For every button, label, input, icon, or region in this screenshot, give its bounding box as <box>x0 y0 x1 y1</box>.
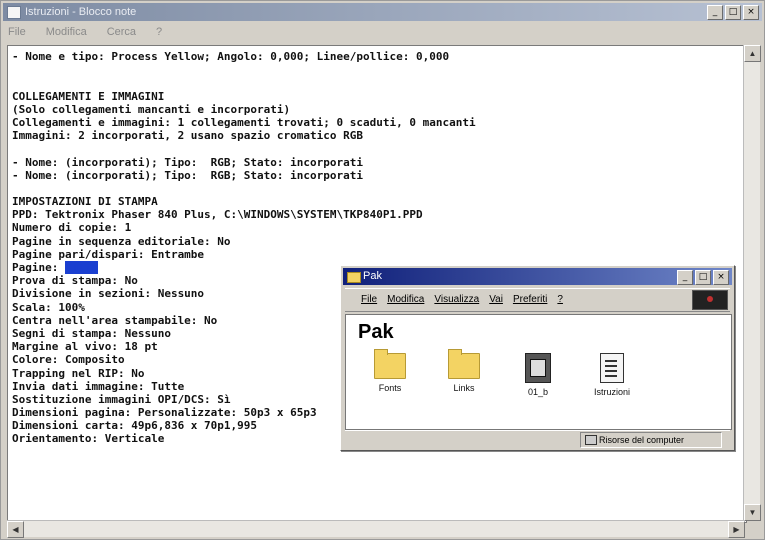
notepad-window-controls: _ □ × <box>707 5 759 20</box>
menu-cerca[interactable]: Cerca <box>104 23 139 41</box>
text-line: PPD: Tektronix Phaser 840 Plus, C:\WINDO… <box>12 208 423 222</box>
file-icon <box>525 353 551 383</box>
menu-preferiti[interactable]: Preferiti <box>513 289 547 311</box>
vertical-scrollbar[interactable]: ▲ ▼ <box>743 45 761 521</box>
text-line <box>12 63 476 76</box>
windows-logo-icon <box>692 290 728 310</box>
text-line <box>12 142 476 155</box>
scroll-left-icon[interactable]: ◀ <box>7 521 24 538</box>
text-line <box>12 182 476 195</box>
text-line: Immagini: 2 incorporati, 2 usano spazio … <box>12 129 363 143</box>
menu-modifica[interactable]: Modifica <box>387 289 424 311</box>
status-text: Risorse del computer <box>599 435 685 445</box>
menu-visualizza[interactable]: Visualizza <box>434 289 479 311</box>
explorer-content[interactable]: Pak Fonts Links 01_b Istruzioni <box>345 314 732 430</box>
text-line: Pagine pari/dispari: Entrambe <box>12 247 205 261</box>
text-line: - Nome e tipo: Process Yellow; Angolo: 0… <box>12 50 450 63</box>
scroll-up-icon[interactable]: ▲ <box>744 45 761 62</box>
menu-help[interactable]: ? <box>153 23 165 41</box>
text-line <box>12 76 476 89</box>
notepad-title: Istruzioni - Blocco note <box>25 6 137 18</box>
explorer-titlebar[interactable]: Pak _ □ × <box>343 268 732 285</box>
folder-icon <box>347 272 361 283</box>
computer-icon <box>585 435 597 445</box>
explorer-title: Pak <box>363 270 382 282</box>
menu-file[interactable]: File <box>361 289 377 311</box>
notepad-menubar: File Modifica Cerca ? <box>5 23 165 41</box>
text-line: Pagine in sequenza editoriale: No <box>12 234 231 248</box>
text-line: Collegamenti e immagini: 1 collegamenti … <box>12 115 476 129</box>
menu-vai[interactable]: Vai <box>489 289 503 311</box>
minimize-button[interactable]: _ <box>677 270 693 285</box>
notepad-icon <box>7 6 21 19</box>
item-label: Links <box>453 383 475 393</box>
item-01-b[interactable]: 01_b <box>506 353 570 397</box>
text-line: Numero di copie: 1 <box>12 221 132 235</box>
minimize-button[interactable]: _ <box>707 5 723 20</box>
folder-icon <box>374 349 406 379</box>
item-fonts[interactable]: Fonts <box>358 349 422 393</box>
folder-icon <box>448 349 480 379</box>
maximize-button[interactable]: □ <box>725 5 741 20</box>
menu-help[interactable]: ? <box>557 289 563 311</box>
close-button[interactable]: × <box>713 270 729 285</box>
selected-text[interactable]: Tutte <box>64 261 99 274</box>
item-label: Fonts <box>378 383 402 393</box>
explorer-menubar: File Modifica Visualizza Vai Preferiti ? <box>345 288 730 312</box>
text-line: - Nome: (incorporati); Tipo: RGB; Stato:… <box>12 155 363 169</box>
text-line: IMPOSTAZIONI DI STAMPA <box>12 195 158 209</box>
item-label: 01_b <box>527 387 549 397</box>
explorer-statusbar: Risorse del computer <box>345 430 730 448</box>
item-label: Istruzioni <box>593 387 630 397</box>
item-istruzioni[interactable]: Istruzioni <box>580 353 644 397</box>
close-button[interactable]: × <box>743 5 759 20</box>
document-icon <box>600 353 624 383</box>
explorer-window-controls: _ □ × <box>677 270 729 285</box>
item-links[interactable]: Links <box>432 349 496 393</box>
explorer-window-pak: Pak _ □ × File Modifica Visualizza Vai P… <box>340 265 735 451</box>
maximize-button[interactable]: □ <box>695 270 711 285</box>
text-line: (Solo collegamenti mancanti e incorporat… <box>12 102 291 116</box>
horizontal-scrollbar[interactable]: ◀ ▶ <box>7 520 745 538</box>
notepad-titlebar[interactable]: Istruzioni - Blocco note _ □ × <box>3 3 762 21</box>
text-line: COLLEGAMENTI E IMMAGINI <box>12 89 165 103</box>
scroll-right-icon[interactable]: ▶ <box>728 521 745 538</box>
menu-modifica[interactable]: Modifica <box>43 23 90 41</box>
text-line: - Nome: (incorporati); Tipo: RGB; Stato:… <box>12 168 363 182</box>
scroll-down-icon[interactable]: ▼ <box>744 504 761 521</box>
menu-file[interactable]: File <box>5 23 29 41</box>
status-location: Risorse del computer <box>580 432 722 448</box>
folder-heading: Pak <box>358 321 394 343</box>
